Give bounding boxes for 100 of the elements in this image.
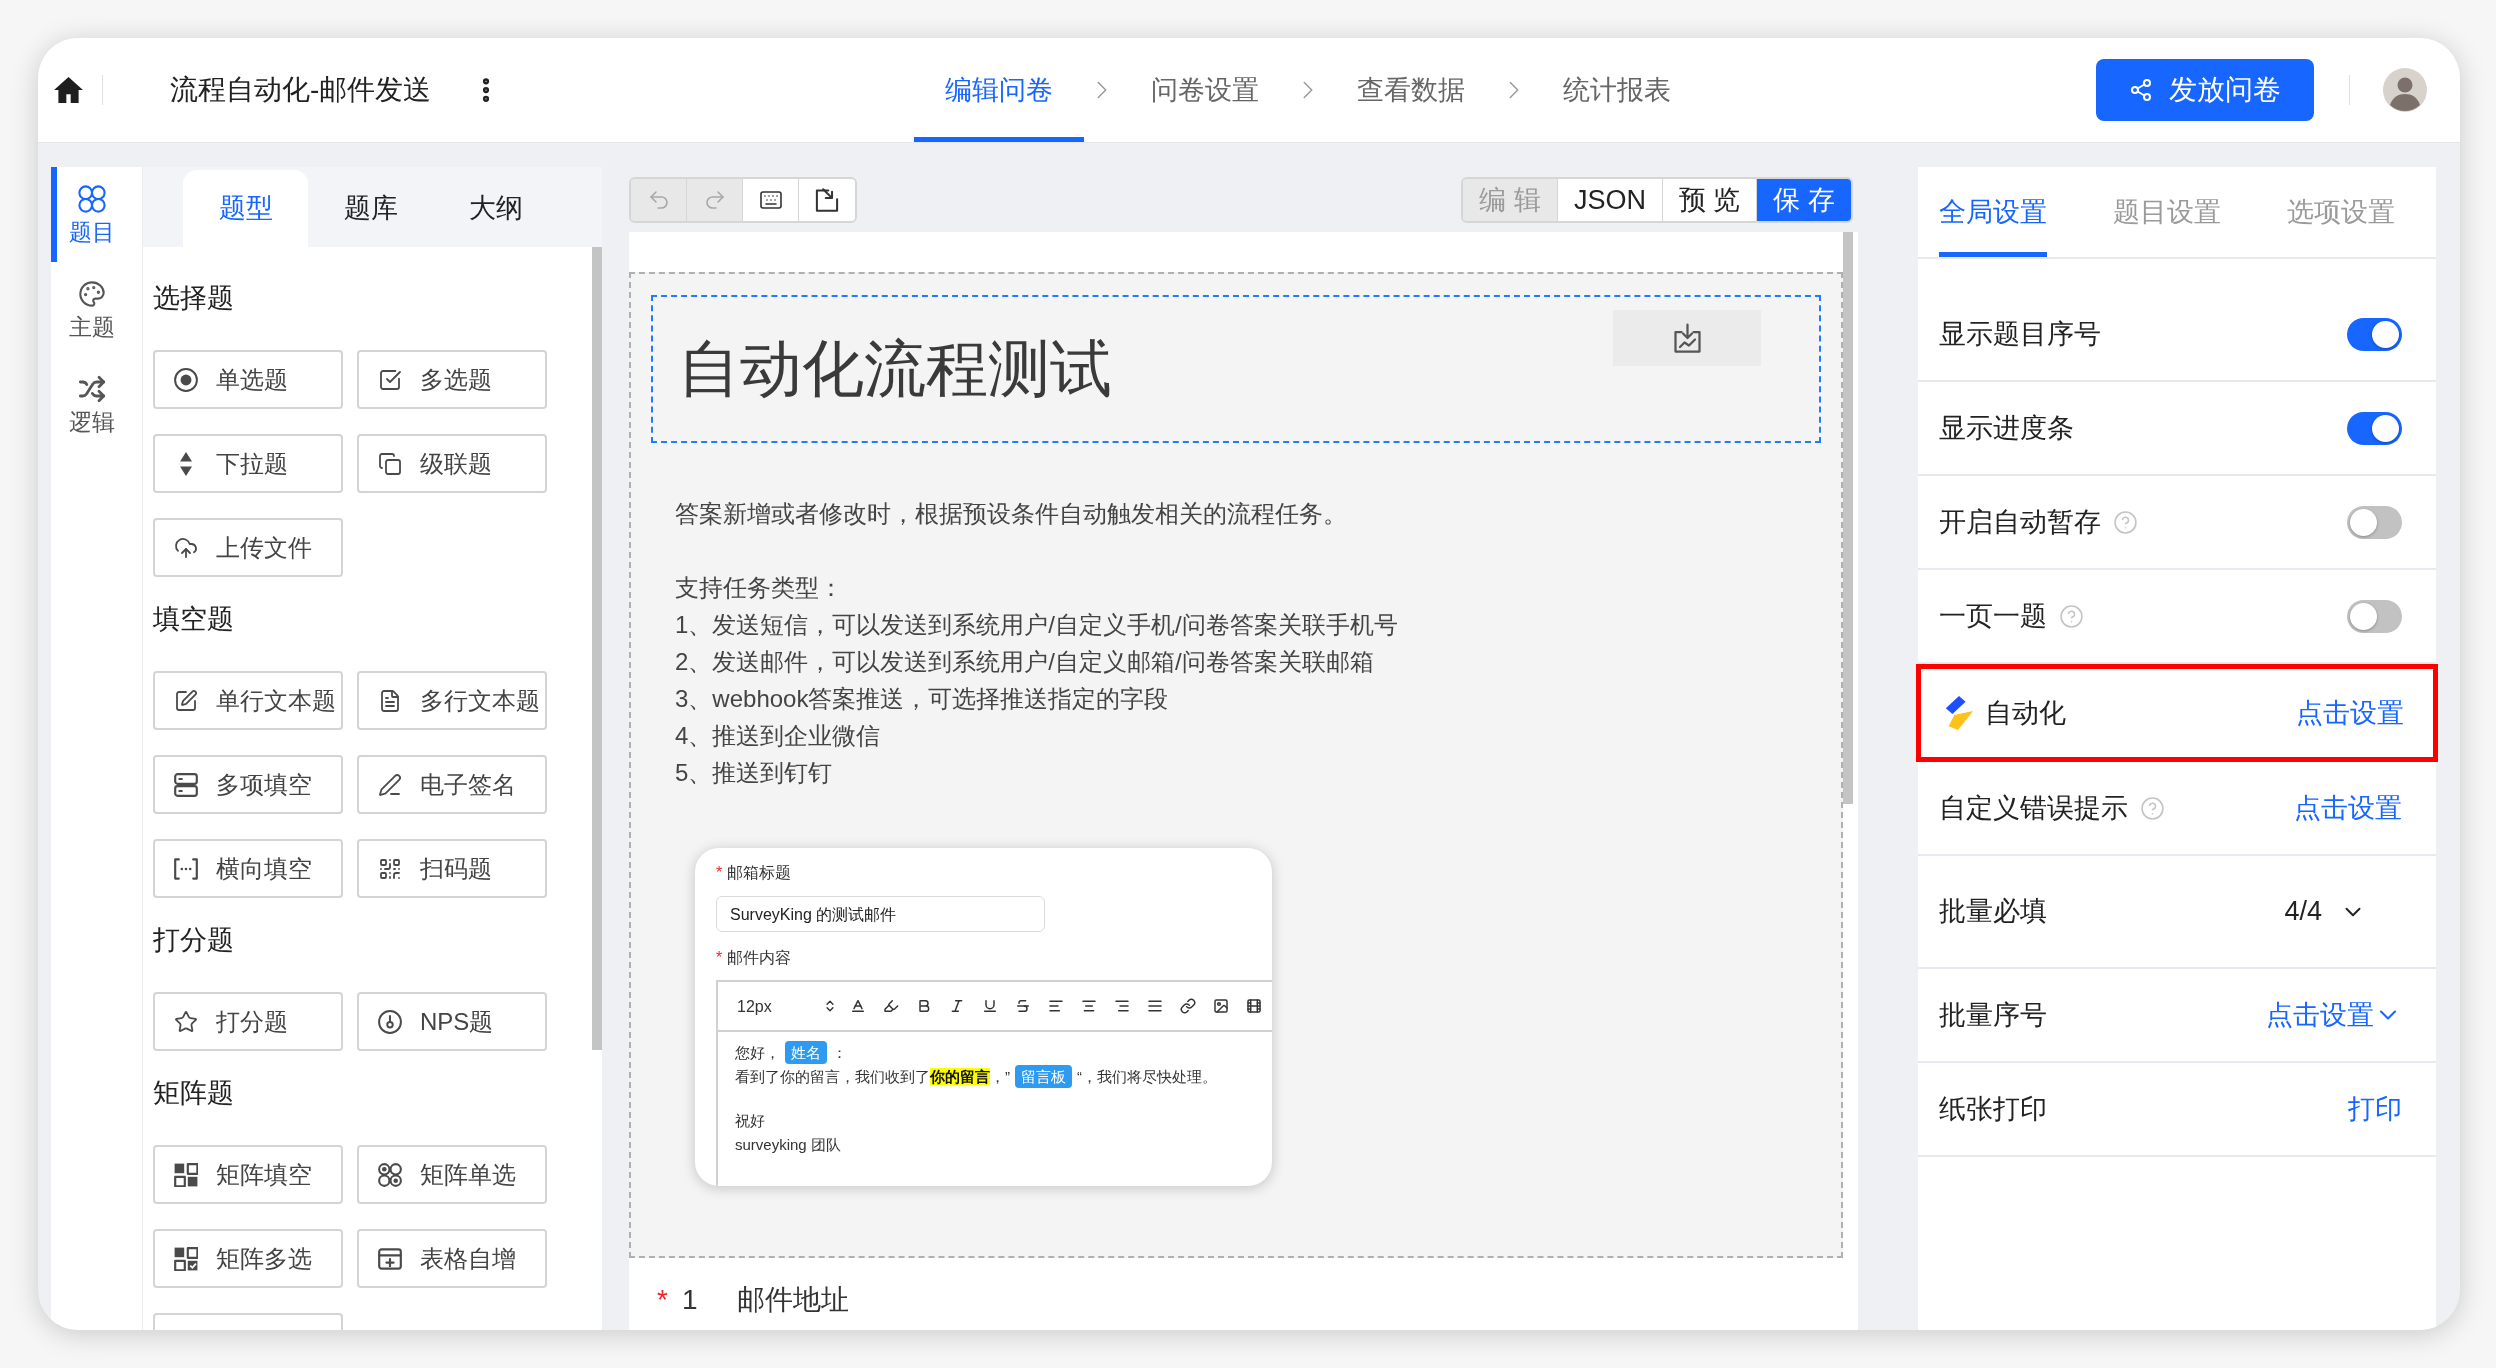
chart-download-icon — [1673, 323, 1701, 353]
question-type-button[interactable]: 矩阵多选 — [153, 1229, 343, 1288]
question-type-button[interactable]: 级联题 — [357, 434, 547, 493]
shuffle-icon — [77, 375, 106, 403]
toggle-switch[interactable] — [2347, 599, 2402, 633]
setting-label: 显示进度条 — [1939, 411, 2074, 445]
toggle-switch[interactable] — [2347, 317, 2402, 351]
step-tab[interactable]: 统计报表 — [1532, 38, 1702, 142]
film-icon[interactable] — [1246, 998, 1262, 1014]
share-icon — [2129, 78, 2153, 102]
rich-text-editor[interactable]: 12px 您好， 姓名 ： 看到了你的留言，我们收到了你的留言，” 留言板 “，我们将尽快处理。 祝好 surveyking 团队 — [716, 980, 1272, 1186]
dial-icon — [378, 1009, 402, 1034]
text-color-icon[interactable] — [850, 998, 866, 1014]
settings-link[interactable]: 点击设置 — [2294, 787, 2402, 829]
survey-name: 流程自动化-邮件发送 — [170, 73, 432, 107]
toggle-switch[interactable] — [2347, 505, 2402, 539]
bracket-dots-icon — [174, 856, 198, 881]
count-select[interactable]: 4/4 — [2284, 891, 2366, 932]
description-text: 答案新增或者修改时，根据预设条件自动触发相关的流程任务。 — [675, 499, 1348, 529]
up-down-arrows-icon — [823, 998, 837, 1014]
question-type-button[interactable]: 横向填空 — [153, 839, 343, 898]
link-icon[interactable] — [1180, 998, 1196, 1014]
setting-label: 开启自动暂存 — [1939, 505, 2101, 539]
section-heading: 矩阵题 — [153, 1076, 235, 1110]
chart-button[interactable] — [1613, 310, 1761, 366]
grid-icon — [174, 1162, 198, 1187]
step-tab[interactable]: 问卷设置 — [1120, 38, 1290, 142]
step-tab[interactable]: 查看数据 — [1326, 38, 1496, 142]
scrollbar[interactable] — [1843, 232, 1853, 804]
form-label: * 邮箱标题 — [716, 863, 793, 883]
question-type-button[interactable]: 打分题 — [153, 992, 343, 1051]
palette-tab[interactable]: 题库 — [308, 170, 433, 247]
list-item-text: 1、发送短信，可以发送到系统用户/自定义手机/问卷答案关联手机号 — [675, 610, 1399, 640]
question-type-button[interactable]: 扫码题 — [357, 839, 547, 898]
question-type-button[interactable]: 多项填空 — [153, 755, 343, 814]
publish-button[interactable]: 发放问卷 — [2096, 59, 2314, 121]
toggle-switch[interactable] — [2347, 411, 2402, 445]
image-icon[interactable] — [1213, 998, 1229, 1014]
setting-label: 纸张打印 — [1939, 1092, 2047, 1126]
question-type-button[interactable]: 电子签名 — [357, 755, 547, 814]
circle-grid-icon — [378, 1162, 402, 1187]
scrollbar[interactable] — [592, 247, 602, 1050]
copy-icon — [378, 451, 402, 476]
list-heading: 支持任务类型： — [675, 573, 844, 603]
step-tab[interactable]: 编辑问卷 — [914, 38, 1084, 142]
cloud-upload-icon — [174, 535, 198, 560]
question-type-button[interactable]: 矩阵填空 — [153, 1145, 343, 1204]
keyboard-icon — [758, 188, 783, 212]
rail-tab[interactable]: 逻辑 — [51, 357, 142, 452]
email-text: 祝好 — [735, 1112, 765, 1129]
list-item-text: 2、发送邮件，可以发送到系统用户/自定义邮箱/问卷答案关联邮箱 — [675, 647, 1375, 677]
subject-input[interactable]: SurveyKing 的测试邮件 — [716, 896, 1045, 932]
table-plus-icon — [378, 1246, 402, 1271]
toolbar-button[interactable]: 保 存 — [1757, 179, 1851, 221]
highlighted-text: 你的留言 — [930, 1068, 990, 1085]
bold-icon[interactable] — [916, 998, 932, 1014]
align-center-icon[interactable] — [1081, 998, 1097, 1014]
email-text: 看到了你的留言，我们收到了 — [735, 1068, 930, 1085]
toolbar-button[interactable]: JSON — [1557, 179, 1663, 221]
question-type-button[interactable]: 下拉题 — [153, 434, 343, 493]
import-button[interactable] — [799, 179, 855, 221]
list-item-text: 5、推送到钉钉 — [675, 758, 834, 788]
settings-link[interactable]: 打印 — [2348, 1088, 2402, 1130]
question-type-button[interactable]: 单行文本题 — [153, 671, 343, 730]
avatar-icon[interactable] — [2383, 68, 2427, 112]
email-text: ，” — [990, 1068, 1010, 1085]
setting-label: 自定义错误提示 — [1939, 791, 2128, 825]
palette-tab[interactable]: 大纲 — [433, 170, 558, 247]
settings-tab[interactable]: 全局设置 — [1939, 167, 2047, 257]
rail-tab[interactable]: 主题 — [51, 262, 142, 357]
email-text: “，我们将尽快处理。 — [1077, 1068, 1217, 1085]
highlighter-icon[interactable] — [883, 998, 899, 1014]
setting-label: 批量序号 — [1939, 998, 2047, 1032]
font-size-select[interactable]: 12px — [737, 987, 837, 1025]
section-heading: 填空题 — [153, 602, 235, 636]
align-left-icon[interactable] — [1048, 998, 1064, 1014]
setting-label: 一页一题 — [1939, 599, 2047, 633]
email-text: surveyking 团队 — [735, 1136, 841, 1153]
settings-link[interactable]: 点击设置 — [2266, 994, 2402, 1036]
align-right-icon[interactable] — [1114, 998, 1130, 1014]
italic-icon[interactable] — [949, 998, 965, 1014]
question-type-button[interactable]: 多行文本题 — [357, 671, 547, 730]
question-type-button[interactable]: 表格自增 — [357, 1229, 547, 1288]
settings-link[interactable]: 点击设置 — [2296, 692, 2404, 734]
question-type-button[interactable]: 多选题 — [357, 350, 547, 409]
question-title: * 1 邮件地址 — [657, 1284, 851, 1316]
question-type-button[interactable]: 矩阵单选 — [357, 1145, 547, 1204]
survey-title: 自动化流程测试 — [678, 334, 1112, 404]
keyboard-button[interactable] — [743, 179, 799, 221]
strikethrough-icon[interactable] — [1015, 998, 1031, 1014]
question-type-button[interactable]: NPS题 — [357, 992, 547, 1051]
home-icon[interactable] — [54, 77, 83, 103]
align-justify-icon[interactable] — [1147, 998, 1163, 1014]
palette-icon — [77, 280, 106, 308]
question-type-button[interactable]: 单选题 — [153, 350, 343, 409]
toolbar-button[interactable]: 预 览 — [1662, 179, 1758, 221]
underline-icon[interactable] — [982, 998, 998, 1014]
question-type-button[interactable]: 上传文件 — [153, 518, 343, 577]
palette-tab[interactable]: 题型 — [183, 170, 308, 247]
list-item-text: 3、webhook答案推送，可选择推送指定的字段 — [675, 684, 1170, 714]
